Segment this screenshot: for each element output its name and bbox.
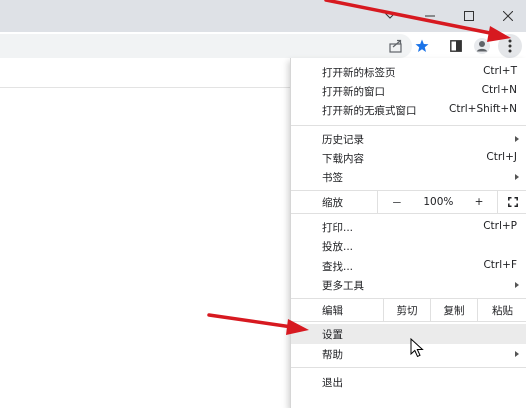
browser-window: 打开新的标签页 Ctrl+T 打开新的窗口 Ctrl+N 打开新的无痕式窗口 C… [0, 0, 526, 408]
annotation-arrow-top [324, 0, 511, 42]
annotation-arrow-settings [207, 313, 309, 335]
annotation-arrows [207, 0, 511, 335]
